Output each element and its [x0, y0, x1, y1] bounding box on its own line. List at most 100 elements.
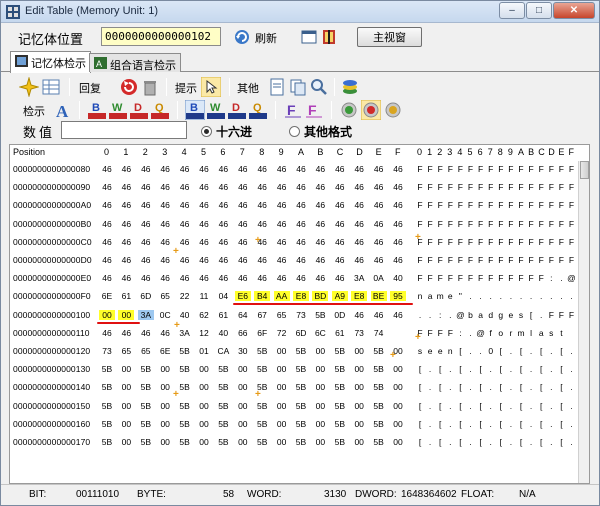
- ascii-cell[interactable]: .: [546, 346, 556, 356]
- ascii-cell[interactable]: F: [496, 237, 506, 247]
- ascii-cell[interactable]: .: [486, 291, 496, 301]
- hex-cell[interactable]: 5B: [177, 419, 193, 429]
- hex-cell[interactable]: 46: [332, 219, 348, 229]
- ascii-cell[interactable]: s: [546, 328, 556, 338]
- ascii-cell[interactable]: a: [476, 310, 486, 320]
- hex-cell[interactable]: 46: [351, 200, 367, 210]
- ascii-cell[interactable]: F: [556, 310, 566, 320]
- hex-cell[interactable]: 72: [274, 328, 290, 338]
- ascii-cell[interactable]: F: [415, 273, 425, 283]
- ascii-cell[interactable]: F: [546, 219, 556, 229]
- hex-cell[interactable]: 00: [99, 309, 115, 320]
- ascii-cell[interactable]: F: [546, 200, 556, 210]
- hex-cell[interactable]: 30: [235, 346, 251, 356]
- ascii-cell[interactable]: .: [496, 291, 506, 301]
- hex-cell[interactable]: 46: [215, 164, 231, 174]
- ascii-cell[interactable]: F: [445, 255, 455, 265]
- hex-cell[interactable]: 46: [196, 219, 212, 229]
- ascii-cell[interactable]: F: [567, 219, 577, 229]
- hex-cell[interactable]: 46: [390, 200, 406, 210]
- ascii-cell[interactable]: .: [526, 346, 536, 356]
- ascii-cell[interactable]: F: [476, 273, 486, 283]
- hex-cell[interactable]: 5B: [215, 401, 231, 411]
- other-label[interactable]: 其他: [237, 80, 259, 96]
- ascii-cell[interactable]: [: [476, 401, 486, 411]
- ascii-cell[interactable]: .: [486, 419, 496, 429]
- f-double-icon[interactable]: F: [304, 100, 324, 120]
- hex-cell[interactable]: 46: [351, 219, 367, 229]
- ascii-cell[interactable]: F: [445, 182, 455, 192]
- hex-cell[interactable]: 46: [293, 255, 309, 265]
- minimize-button[interactable]: –: [499, 2, 525, 19]
- hex-cell[interactable]: 46: [274, 182, 290, 192]
- hex-cell[interactable]: 46: [371, 310, 387, 320]
- ascii-cell[interactable]: .: [466, 328, 476, 338]
- ascii-cell[interactable]: @: [476, 328, 486, 338]
- ascii-cell[interactable]: F: [496, 164, 506, 174]
- hex-cell[interactable]: 46: [157, 200, 173, 210]
- ascii-cell[interactable]: b: [466, 310, 476, 320]
- hex-cell[interactable]: 46: [215, 219, 231, 229]
- font-a-icon[interactable]: A: [53, 100, 73, 120]
- ascii-cell[interactable]: F: [506, 164, 516, 174]
- hex-cell[interactable]: 5B: [332, 401, 348, 411]
- hex-cell[interactable]: 00: [157, 419, 173, 429]
- hex-cell[interactable]: 46: [293, 237, 309, 247]
- hex-cell[interactable]: 5B: [99, 437, 115, 447]
- hex-cell[interactable]: 46: [254, 200, 270, 210]
- hex-cell[interactable]: 46: [390, 219, 406, 229]
- hex-cell[interactable]: A9: [331, 291, 348, 302]
- q-hex-icon[interactable]: Q: [248, 100, 268, 120]
- hex-cell[interactable]: 65: [157, 291, 173, 301]
- ascii-cell[interactable]: .: [466, 419, 476, 429]
- table-row[interactable]: 00000000000000A0 46 46 46 46 46 46 46 46 46 46 46 46…: [10, 197, 580, 215]
- hex-cell[interactable]: 46: [371, 237, 387, 247]
- ascii-cell[interactable]: F: [536, 273, 546, 283]
- hex-cell[interactable]: 46: [196, 200, 212, 210]
- ascii-cell[interactable]: [: [415, 419, 425, 429]
- hex-cell[interactable]: 46: [118, 237, 134, 247]
- hex-cell[interactable]: 46: [274, 255, 290, 265]
- tab-assembly-view[interactable]: A 组合语言检示: [89, 53, 181, 72]
- ascii-cell[interactable]: F: [496, 200, 506, 210]
- ascii-cell[interactable]: F: [506, 255, 516, 265]
- ascii-cell[interactable]: .: [425, 401, 435, 411]
- ascii-cell[interactable]: F: [526, 273, 536, 283]
- ascii-cell[interactable]: [: [536, 364, 546, 374]
- ascii-cell[interactable]: m: [516, 328, 526, 338]
- hex-cell[interactable]: 74: [371, 328, 387, 338]
- ascii-cell[interactable]: F: [425, 182, 435, 192]
- red-dot-icon[interactable]: [361, 100, 381, 120]
- ascii-cell[interactable]: F: [466, 164, 476, 174]
- ascii-cell[interactable]: [: [516, 382, 526, 392]
- hex-cell[interactable]: 40: [215, 328, 231, 338]
- hex-cell[interactable]: 5B: [371, 419, 387, 429]
- hex-cell[interactable]: 46: [118, 328, 134, 338]
- hex-cell[interactable]: B4: [254, 291, 271, 302]
- ascii-cell[interactable]: [: [516, 437, 526, 447]
- ascii-cell[interactable]: g: [496, 310, 506, 320]
- ascii-cell[interactable]: .: [486, 364, 496, 374]
- ascii-cell[interactable]: [: [455, 419, 465, 429]
- ascii-cell[interactable]: r: [506, 328, 516, 338]
- hex-cell[interactable]: 46: [99, 273, 115, 283]
- ascii-cell[interactable]: s: [415, 346, 425, 356]
- ascii-cell[interactable]: [: [476, 364, 486, 374]
- ascii-cell[interactable]: .: [476, 346, 486, 356]
- hex-cell[interactable]: 5B: [332, 364, 348, 374]
- ascii-cell[interactable]: [: [556, 401, 566, 411]
- hex-cell[interactable]: 46: [235, 200, 251, 210]
- ascii-cell[interactable]: F: [516, 182, 526, 192]
- hex-cell[interactable]: 00: [312, 364, 328, 374]
- ascii-cell[interactable]: F: [526, 200, 536, 210]
- ascii-cell[interactable]: F: [506, 273, 516, 283]
- hex-cell[interactable]: 00: [312, 437, 328, 447]
- ascii-cell[interactable]: [: [455, 437, 465, 447]
- ascii-cell[interactable]: .: [425, 310, 435, 320]
- ascii-cell[interactable]: .: [546, 419, 556, 429]
- hex-cell[interactable]: 46: [312, 200, 328, 210]
- hex-cell[interactable]: 00: [390, 419, 406, 429]
- hex-cell[interactable]: 46: [254, 182, 270, 192]
- ascii-cell[interactable]: m: [435, 291, 445, 301]
- hex-cell[interactable]: 46: [351, 255, 367, 265]
